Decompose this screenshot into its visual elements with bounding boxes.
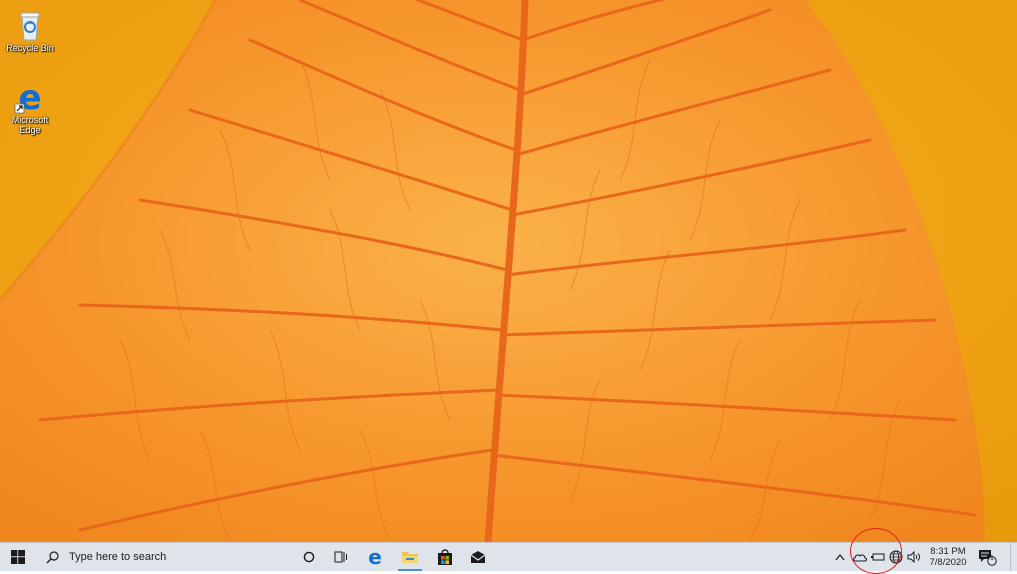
show-desktop-button[interactable] <box>1010 543 1017 571</box>
recycle-bin-icon <box>14 8 46 42</box>
system-clock[interactable]: 8:31 PM 7/8/2020 <box>923 546 973 568</box>
mail-icon <box>470 551 486 563</box>
task-view-button[interactable] <box>328 543 354 571</box>
edge-taskbar-button[interactable]: e <box>360 543 390 571</box>
onedrive-cloud-icon[interactable] <box>852 543 868 571</box>
search-box[interactable]: Type here to search <box>36 543 276 571</box>
microsoft-edge-icon: e <box>14 78 46 118</box>
action-center-button[interactable]: 1 <box>976 543 998 571</box>
store-button[interactable] <box>430 543 460 571</box>
cortana-button[interactable] <box>296 543 322 571</box>
mail-button[interactable] <box>463 543 493 571</box>
clock-date: 7/8/2020 <box>929 557 967 568</box>
task-view-icon <box>334 551 347 563</box>
taskbar: Type here to search e 8:31 PM 7/8/2020 1 <box>0 542 1017 571</box>
speaker-icon[interactable] <box>906 543 922 571</box>
windows-logo-icon <box>11 550 25 564</box>
recycle-bin-label: Recycle Bin <box>6 43 54 53</box>
file-explorer-button[interactable] <box>395 543 425 571</box>
battery-icon[interactable] <box>870 543 886 571</box>
search-icon <box>46 550 59 563</box>
desktop[interactable]: Recycle Bin e Microsoft Edge <box>0 0 1017 542</box>
start-button[interactable] <box>0 543 36 571</box>
notification-count: 1 <box>990 555 994 562</box>
folder-icon <box>402 552 418 563</box>
search-placeholder: Type here to search <box>69 551 167 563</box>
leaf-wallpaper <box>0 0 1017 542</box>
store-bag-icon <box>438 549 452 565</box>
microsoft-edge-label: Microsoft Edge <box>11 115 49 135</box>
chevron-up-icon[interactable] <box>832 543 848 571</box>
circle-icon <box>303 551 315 563</box>
desktop-icon-microsoft-edge[interactable]: e Microsoft Edge <box>2 78 58 135</box>
svg-text:e: e <box>368 548 382 566</box>
clock-time: 8:31 PM <box>930 546 966 557</box>
edge-icon: e <box>368 548 382 566</box>
desktop-icon-recycle-bin[interactable]: Recycle Bin <box>2 8 58 53</box>
globe-icon[interactable] <box>888 543 904 571</box>
